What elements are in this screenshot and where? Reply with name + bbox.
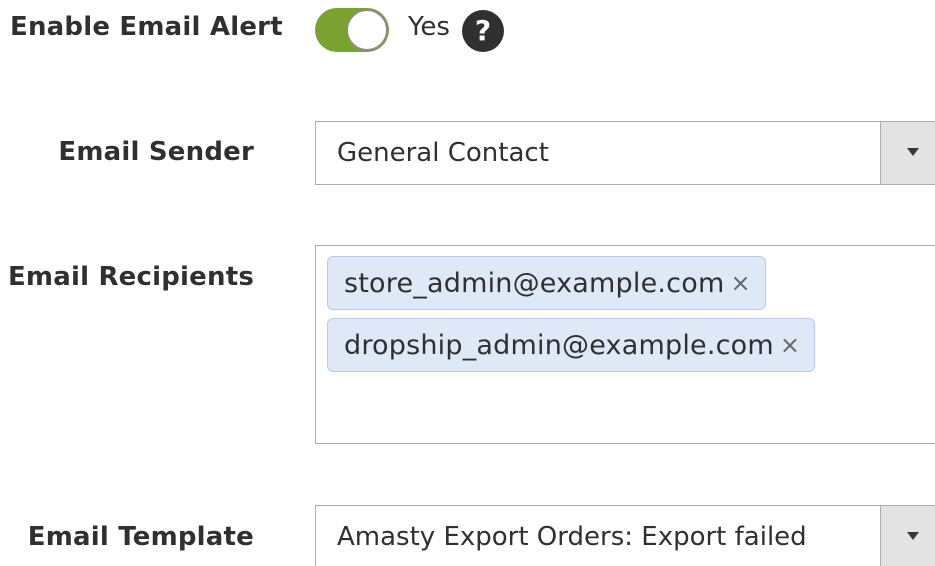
caret-down-icon [907,532,919,540]
enable-email-alert-toggle[interactable] [315,8,389,52]
recipient-chip[interactable]: store_admin@example.com × [327,256,766,310]
email-recipients-multiselect[interactable]: store_admin@example.com × dropship_admin… [315,245,935,444]
email-template-label: Email Template [27,522,254,552]
recipient-chip-label: dropship_admin@example.com [344,329,774,361]
enable-email-alert-label: Enable Email Alert [10,12,283,42]
close-icon[interactable]: × [730,271,750,295]
email-recipients-label: Email Recipients [7,262,254,292]
caret-down-icon [907,148,919,156]
email-sender-selected-value: General Contact [337,138,549,168]
toggle-state-text: Yes [408,12,450,42]
email-template-dropdown-button[interactable] [880,506,935,566]
email-sender-label: Email Sender [58,137,254,167]
email-template-selected-value: Amasty Export Orders: Export failed [337,522,807,552]
email-alert-settings-form: Enable Email Alert Yes ? Email Sender Ge… [0,0,935,566]
email-sender-select[interactable]: General Contact [315,121,935,185]
recipient-chip[interactable]: dropship_admin@example.com × [327,318,815,372]
close-icon[interactable]: × [780,333,800,357]
toggle-knob [346,9,388,51]
question-circle-icon[interactable]: ? [462,10,504,52]
recipient-chip-label: store_admin@example.com [344,267,725,299]
email-template-select[interactable]: Amasty Export Orders: Export failed [315,505,935,566]
email-sender-dropdown-button[interactable] [880,122,935,184]
